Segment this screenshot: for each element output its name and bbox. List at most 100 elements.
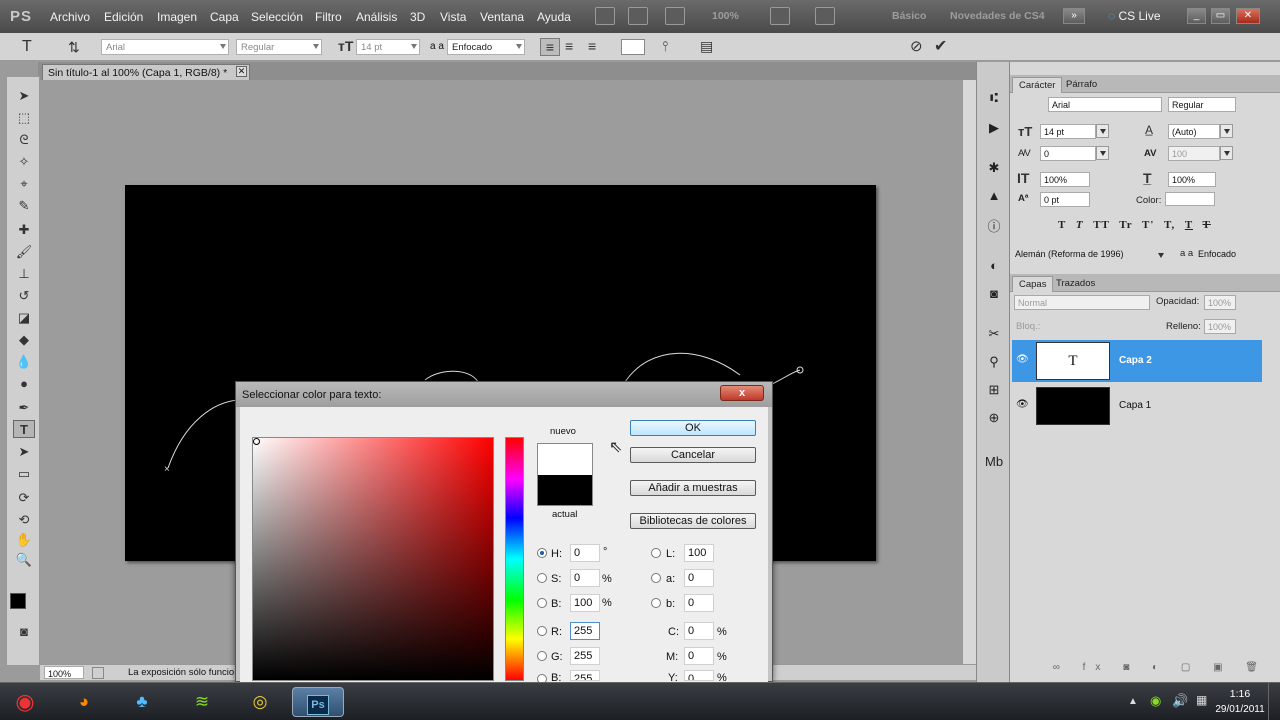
char-hscale-field[interactable]: 100% [1168, 172, 1216, 187]
volume-icon[interactable]: 🔊 [1172, 693, 1188, 709]
layer-name[interactable]: Capa 1 [1119, 400, 1151, 411]
color-field-cursor[interactable] [253, 438, 260, 445]
spotify-tray-icon[interactable]: ◉ [1150, 693, 1161, 709]
char-size-dropdown[interactable] [1096, 124, 1109, 138]
char-leading-field[interactable]: (Auto) [1168, 124, 1220, 139]
type-style-buttons[interactable]: T T TT Tr T' T, T T [1058, 219, 1211, 231]
brush-presets-icon[interactable]: ⊕ [985, 410, 1003, 426]
restore-button[interactable]: ▭ [1211, 8, 1230, 24]
zoom-field[interactable]: 100% [44, 666, 84, 679]
blend-mode-select[interactable]: Normal [1014, 295, 1150, 310]
messenger-icon[interactable]: ♣ [120, 687, 164, 717]
fill-field[interactable]: 100% [1204, 319, 1236, 334]
cyan-label: C: [668, 626, 679, 638]
visibility-eye-icon[interactable]: 👁 [1016, 354, 1029, 365]
actions-panel-icon[interactable]: ▶ [985, 120, 1003, 136]
font-size-icon: ᴛT [1018, 124, 1033, 139]
char-baseline-field[interactable]: 0 pt [1040, 192, 1090, 207]
radio-hue[interactable] [537, 548, 547, 558]
layer-row-capa-1[interactable]: 👁 Capa 1 [1012, 385, 1262, 427]
cs-live-icon: ◌ [1108, 9, 1119, 23]
magenta-input[interactable]: 0 [684, 647, 714, 665]
brightness-input[interactable]: 100 [570, 594, 600, 612]
adjustments-panel-icon[interactable]: ◐ [985, 258, 1003, 274]
cyan-input[interactable]: 0 [684, 622, 714, 640]
char-vscale-field[interactable]: 100% [1040, 172, 1090, 187]
hue-unit: ° [603, 546, 608, 558]
char-tracking-field[interactable]: 100 [1168, 146, 1220, 161]
layer-name[interactable]: Capa 2 [1119, 355, 1152, 366]
red-input[interactable]: 255 [570, 622, 600, 640]
radio-a[interactable] [651, 573, 661, 583]
tab-caracter[interactable]: Carácter [1012, 77, 1063, 93]
char-kerning-field[interactable]: 0 [1040, 146, 1096, 161]
network-icon[interactable]: ▦ [1196, 693, 1207, 707]
more-workspaces-icon[interactable]: » [1063, 8, 1085, 24]
clock-date[interactable]: 29/01/2011 [1214, 704, 1266, 715]
char-color-swatch[interactable] [1165, 192, 1215, 206]
radio-red[interactable] [537, 626, 547, 636]
info-panel-icon[interactable]: ⓘ [985, 216, 1003, 234]
photoshop-taskbar-icon[interactable]: Ps [292, 687, 344, 717]
tab-trazados[interactable]: Trazados [1050, 276, 1101, 292]
char-kerning-dropdown[interactable] [1096, 146, 1109, 160]
status-info-icon[interactable] [92, 667, 104, 679]
mini-bridge-panel-icon[interactable]: Mb [985, 454, 1003, 470]
yellow-input[interactable]: 0 [684, 670, 714, 681]
baseline-shift-icon: Aª [1018, 193, 1029, 204]
language-select[interactable]: Alemán (Reforma de 1996) [1012, 247, 1168, 262]
char-anti-alias-select[interactable]: Enfocado [1195, 247, 1269, 262]
saturation-input[interactable]: 0 [570, 569, 600, 587]
char-style-select[interactable]: Regular [1168, 97, 1236, 112]
tool-presets-icon[interactable]: ✂ [985, 326, 1003, 342]
char-tracking-dropdown[interactable] [1220, 146, 1233, 160]
hue-input[interactable]: 0 [570, 544, 600, 562]
radio-lightness[interactable] [651, 548, 661, 558]
current-color-swatch[interactable] [537, 475, 593, 506]
layer-row-capa-2[interactable]: 👁 T Capa 2 [1012, 340, 1262, 382]
green-input[interactable]: 255 [570, 647, 600, 665]
firefox-icon[interactable]: ◕ [62, 687, 106, 717]
histogram-panel-icon[interactable]: ▲ [985, 188, 1003, 204]
navigator-panel-icon[interactable]: ✱ [985, 160, 1003, 176]
char-leading-dropdown[interactable] [1220, 124, 1233, 138]
char-font-select[interactable]: Arial [1048, 97, 1162, 112]
a-input[interactable]: 0 [684, 569, 714, 587]
brightness-unit: % [602, 597, 612, 609]
lightness-input[interactable]: 100 [684, 544, 714, 562]
hue-slider[interactable] [505, 437, 524, 681]
vertical-scrollbar[interactable] [962, 80, 976, 664]
leading-icon: A̲ [1145, 123, 1154, 137]
clone-source-icon[interactable]: ⚲ [985, 354, 1003, 370]
show-desktop-button[interactable] [1268, 683, 1280, 720]
radio-green[interactable] [537, 651, 547, 661]
spotify-icon[interactable]: ≋ [180, 687, 224, 717]
history-panel-icon[interactable]: ⑆ [985, 90, 1003, 106]
brushes-panel-icon[interactable]: ⊞ [985, 382, 1003, 398]
start-button-icon[interactable]: ◉ [4, 687, 46, 717]
radio-b[interactable] [651, 598, 661, 608]
char-size-field[interactable]: 14 pt [1040, 124, 1096, 139]
tab-parrafo[interactable]: Párrafo [1060, 77, 1103, 93]
masks-panel-icon[interactable]: ◙ [985, 286, 1003, 302]
dialog-close-button[interactable]: x [720, 385, 764, 401]
color-field[interactable] [252, 437, 494, 681]
minimize-button[interactable]: _ [1187, 8, 1206, 24]
chrome-icon[interactable]: ◎ [238, 687, 282, 717]
layer-actions-bar[interactable]: ∞ fx ◙ ◐ ▢ ▣ 🗑 [1012, 662, 1278, 676]
cancel-button[interactable]: Cancelar [630, 447, 756, 463]
color-libraries-button[interactable]: Bibliotecas de colores [630, 513, 756, 529]
visibility-eye-icon[interactable]: 👁 [1016, 399, 1029, 410]
ok-button[interactable]: OK [630, 420, 756, 436]
tab-capas[interactable]: Capas [1012, 276, 1054, 292]
cs-live-button[interactable]: ◌ CS Live [1108, 9, 1161, 23]
opacity-field[interactable]: 100% [1204, 295, 1236, 310]
show-hidden-icons[interactable]: ▲ [1128, 696, 1138, 707]
close-button[interactable]: ✕ [1236, 8, 1260, 24]
radio-brightness[interactable] [537, 598, 547, 608]
clock-time[interactable]: 1:16 [1222, 688, 1258, 700]
radio-saturation[interactable] [537, 573, 547, 583]
b-input[interactable]: 0 [684, 594, 714, 612]
add-to-swatches-button[interactable]: Añadir a muestras [630, 480, 756, 496]
blue-input[interactable]: 255 [570, 670, 600, 681]
